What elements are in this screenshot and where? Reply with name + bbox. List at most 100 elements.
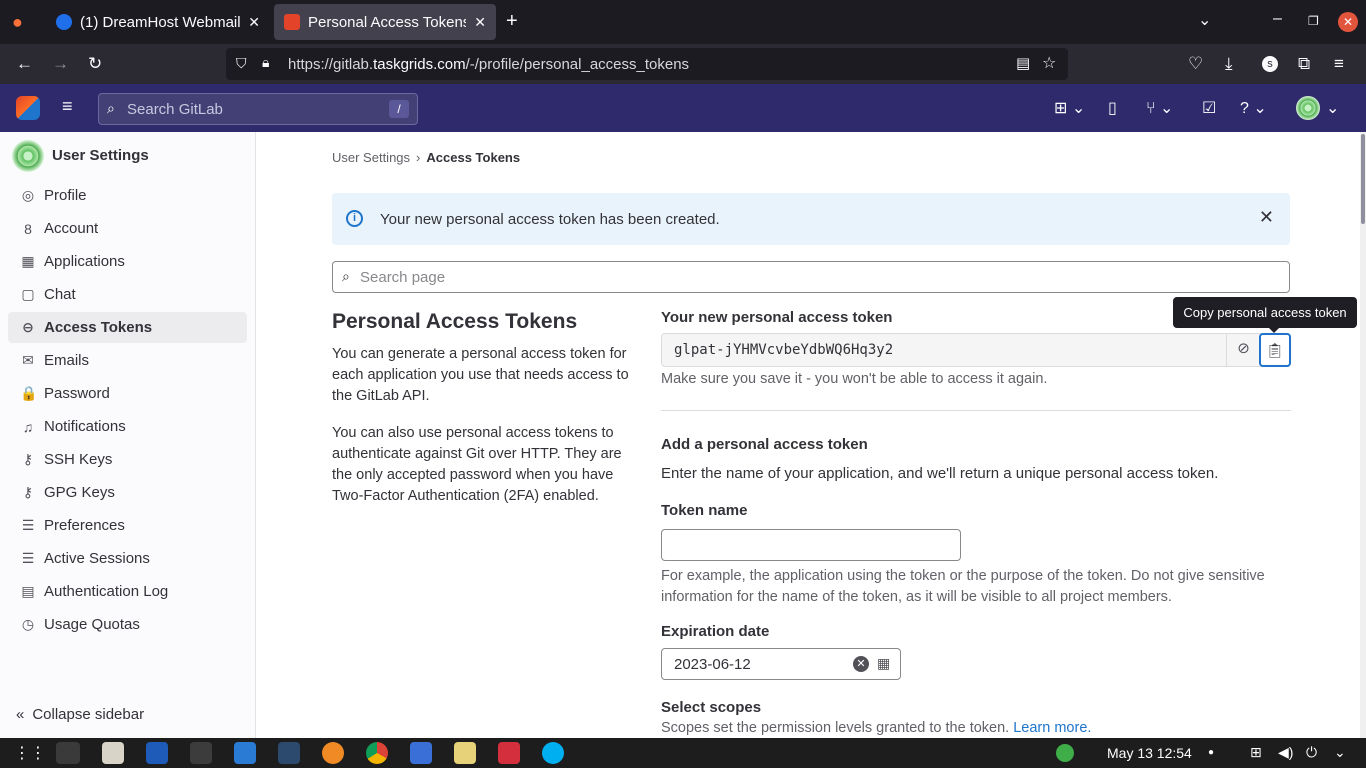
skype-taskbar-icon[interactable] — [542, 742, 564, 764]
restore-window-icon[interactable]: ❐ — [1308, 14, 1319, 28]
back-arrow-icon[interactable]: ← — [16, 54, 33, 74]
network-icon[interactable]: ⊞ — [1250, 744, 1262, 761]
close-tab-icon[interactable]: ✕ — [248, 14, 260, 31]
sidebar-item-chat[interactable]: ▢ Chat — [8, 279, 247, 310]
new-token-field[interactable]: glpat-jYHMVcvbeYdbWQ6Hq3y2 ⊘ 📋︎ — [661, 333, 1291, 367]
browser-tab-webmail[interactable]: (1) DreamHost Webmail : ✕ — [46, 4, 270, 40]
account-icon[interactable]: s — [1262, 56, 1278, 72]
power-icon[interactable]: ⏻ — [1306, 744, 1317, 761]
sidebar-item-label: Preferences — [44, 517, 125, 534]
issues-icon[interactable]: ▯ — [1108, 98, 1117, 118]
database-taskbar-icon[interactable] — [278, 742, 300, 764]
firefox-taskbar-icon[interactable] — [56, 742, 80, 764]
merge-requests-icon[interactable]: ⑂ ⌄ — [1146, 98, 1173, 118]
chrome-taskbar-icon[interactable] — [366, 742, 388, 764]
toggle-visibility-button[interactable]: ⊘ — [1226, 333, 1260, 367]
close-window-icon[interactable]: ✕ — [1338, 12, 1358, 32]
list-tabs-icon[interactable]: ⌄ — [1198, 10, 1211, 30]
expiration-date-label: Expiration date — [661, 623, 770, 640]
token-name-input[interactable] — [661, 529, 961, 561]
help-icon[interactable]: ? ⌄ — [1240, 98, 1267, 118]
reader-view-icon[interactable]: ▤ — [1016, 54, 1030, 72]
copy-token-button[interactable]: 📋︎ — [1259, 333, 1291, 367]
sidebar-item-label: Notifications — [44, 418, 126, 435]
new-tab-button[interactable]: + — [506, 10, 518, 33]
sidebar-item-gpg-keys[interactable]: ⚷ GPG Keys — [8, 477, 247, 508]
bookmark-star-icon[interactable]: ☆ — [1042, 53, 1056, 73]
sidebar-item-emails[interactable]: ✉ Emails — [8, 345, 247, 376]
files-taskbar-icon[interactable] — [102, 742, 124, 764]
tab-title: Personal Access Tokens · — [308, 13, 467, 31]
create-new-icon[interactable]: ⊞ ⌄ — [1054, 98, 1085, 118]
browser-tab-access-tokens[interactable]: Personal Access Tokens · ✕ — [274, 4, 496, 40]
search-icon: ⌕ — [342, 268, 350, 284]
postman-taskbar-icon[interactable] — [322, 742, 344, 764]
collapse-sidebar-button[interactable]: « Collapse sidebar — [16, 706, 144, 723]
sidebar-item-notifications[interactable]: ♫ Notifications — [8, 411, 247, 442]
reload-icon[interactable]: ↻ — [88, 54, 102, 74]
sidebar-item-applications[interactable]: ▦ Applications — [8, 246, 247, 277]
clear-date-icon[interactable]: ✕ — [853, 656, 869, 672]
user-avatar[interactable] — [1296, 96, 1320, 120]
gitlab-logo-icon[interactable] — [16, 96, 40, 120]
editor-taskbar-icon[interactable] — [410, 742, 432, 764]
status-check-icon[interactable] — [1056, 744, 1074, 762]
todos-icon[interactable]: ☑ — [1202, 98, 1216, 118]
sidebar-item-preferences[interactable]: ☰ Preferences — [8, 510, 247, 541]
volume-icon[interactable]: ◀) — [1278, 744, 1293, 761]
url-bar[interactable]: ⛉ 🔒︎ https://gitlab.taskgrids.com/-/prof… — [226, 48, 1068, 80]
search-page-input[interactable]: ⌕ Search page — [332, 261, 1290, 293]
firefox-menu-icon[interactable]: ● — [12, 12, 23, 33]
calendar-icon[interactable]: ▦ — [877, 655, 890, 672]
settings-taskbar-icon[interactable] — [454, 742, 476, 764]
sidebar-item-label: Active Sessions — [44, 550, 150, 567]
sidebar-item-access-tokens[interactable]: ⊖ Access Tokens — [8, 312, 247, 343]
forward-arrow-icon[interactable]: → — [52, 54, 69, 74]
vscode-taskbar-icon[interactable] — [234, 742, 256, 764]
app-menu-icon[interactable]: ≡ — [1334, 54, 1344, 74]
lock-icon[interactable]: 🔒︎ — [262, 54, 269, 71]
pocket-icon[interactable]: ♡ — [1188, 54, 1203, 74]
anydesk-taskbar-icon[interactable] — [498, 742, 520, 764]
downloads-icon[interactable]: ⤓ — [1225, 54, 1233, 74]
learn-more-link[interactable]: Learn more. — [1013, 720, 1091, 736]
chevron-down-icon[interactable]: ⌄ — [1326, 98, 1339, 118]
expiration-date-value[interactable]: 2023-06-12 — [674, 656, 751, 673]
system-menu-icon[interactable]: ⌄ — [1334, 744, 1346, 761]
breadcrumb-current[interactable]: Access Tokens — [426, 150, 520, 165]
hamburger-menu-icon[interactable]: ≡ — [62, 96, 73, 117]
sidebar-item-label: Applications — [44, 253, 125, 270]
sidebar-item-profile[interactable]: ◎ Profile — [8, 180, 247, 211]
app-grid-icon[interactable]: ⋮⋮ — [14, 743, 46, 763]
shield-icon[interactable]: ⛉ — [236, 55, 247, 72]
minimize-window-icon[interactable]: – — [1273, 10, 1282, 28]
sidebar-item-authentication-log[interactable]: ▤ Authentication Log — [8, 576, 247, 607]
close-alert-icon[interactable]: ✕ — [1259, 207, 1274, 228]
sidebar-item-password[interactable]: 🔒 Password — [8, 378, 247, 409]
sidebar-item-usage-quotas[interactable]: ◷ Usage Quotas — [8, 609, 247, 640]
info-icon: i — [346, 210, 363, 227]
token-icon: ⊖ — [22, 319, 34, 335]
sidebar-item-label: Account — [44, 220, 99, 237]
scopes-hint-text: Scopes set the permission levels granted… — [661, 720, 1010, 736]
sidebar-item-ssh-keys[interactable]: ⚷ SSH Keys — [8, 444, 247, 475]
gitlab-search-input[interactable]: ⌕ Search GitLab / — [98, 93, 418, 125]
main-content: User Settings › Access Tokens i Your new p… — [256, 132, 1360, 738]
page-scrollbar-thumb[interactable] — [1361, 134, 1365, 224]
url-text[interactable]: https://gitlab.taskgrids.com/-/profile/p… — [288, 56, 689, 73]
expiration-date-input[interactable]: 2023-06-12 ✕ ▦ — [661, 648, 901, 680]
terminal-taskbar-icon[interactable] — [190, 742, 212, 764]
search-placeholder: Search GitLab — [127, 101, 223, 118]
sidebar-item-active-sessions[interactable]: ☰ Active Sessions — [8, 543, 247, 574]
alert-message: Your new personal access token has been … — [380, 211, 720, 228]
add-token-description: Enter the name of your application, and … — [661, 465, 1219, 482]
breadcrumb-parent-link[interactable]: User Settings — [332, 150, 410, 165]
sidebar-title[interactable]: User Settings — [52, 147, 149, 164]
taskbar-clock[interactable]: May 13 12:54 — [1107, 745, 1192, 761]
new-token-value[interactable]: glpat-jYHMVcvbeYdbWQ6Hq3y2 — [674, 342, 893, 358]
close-tab-icon[interactable]: ✕ — [474, 14, 486, 31]
writer-taskbar-icon[interactable] — [146, 742, 168, 764]
sidebar-item-account[interactable]: 8 Account — [8, 213, 247, 244]
key-icon: ⚷ — [22, 451, 34, 467]
extensions-icon[interactable]: ⧉ — [1298, 54, 1310, 74]
